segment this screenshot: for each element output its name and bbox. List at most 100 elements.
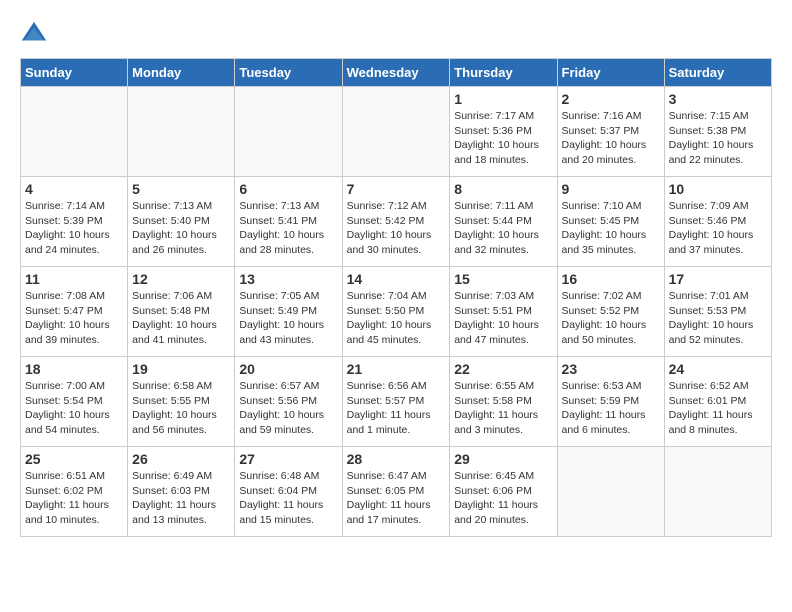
day-number: 10 <box>669 181 767 197</box>
day-info: Sunrise: 7:05 AMSunset: 5:49 PMDaylight:… <box>239 289 337 348</box>
calendar-cell <box>342 87 450 177</box>
day-info: Sunrise: 7:08 AMSunset: 5:47 PMDaylight:… <box>25 289 123 348</box>
calendar-cell: 21 Sunrise: 6:56 AMSunset: 5:57 PMDayligh… <box>342 357 450 447</box>
day-number: 25 <box>25 451 123 467</box>
calendar-cell: 23 Sunrise: 6:53 AMSunset: 5:59 PMDayligh… <box>557 357 664 447</box>
calendar-cell: 12Sunrise: 7:06 AMSunset: 5:48 PMDayligh… <box>128 267 235 357</box>
calendar-cell: 8Sunrise: 7:11 AMSunset: 5:44 PMDaylight… <box>450 177 557 267</box>
day-number: 2 <box>562 91 660 107</box>
calendar-cell: 14Sunrise: 7:04 AMSunset: 5:50 PMDayligh… <box>342 267 450 357</box>
day-info: Sunrise: 7:12 AMSunset: 5:42 PMDaylight:… <box>347 199 446 258</box>
day-number: 20 <box>239 361 337 377</box>
day-info: Sunrise: 7:13 AMSunset: 5:41 PMDaylight:… <box>239 199 337 258</box>
day-number: 15 <box>454 271 552 287</box>
day-number: 27 <box>239 451 337 467</box>
day-header-wednesday: Wednesday <box>342 59 450 87</box>
day-info: Sunrise: 7:00 AMSunset: 5:54 PMDaylight:… <box>25 379 123 438</box>
calendar-cell: 5 Sunrise: 7:13 AMSunset: 5:40 PMDaylight… <box>128 177 235 267</box>
day-info: Sunrise: 7:01 AMSunset: 5:53 PMDaylight:… <box>669 289 767 348</box>
day-info: Sunrise: 6:52 AMSunset: 6:01 PMDaylight:… <box>669 379 767 438</box>
calendar-cell: 16 Sunrise: 7:02 AMSunset: 5:52 PMDayligh… <box>557 267 664 357</box>
calendar-table: SundayMondayTuesdayWednesdayThursdayFrid… <box>20 58 772 537</box>
day-info: Sunrise: 6:57 AMSunset: 5:56 PMDaylight:… <box>239 379 337 438</box>
day-number: 7 <box>347 181 446 197</box>
day-number: 4 <box>25 181 123 197</box>
calendar-week-row: 18 Sunrise: 7:00 AMSunset: 5:54 PMDayligh… <box>21 357 772 447</box>
day-number: 6 <box>239 181 337 197</box>
calendar-cell <box>664 447 771 537</box>
calendar-cell: 1 Sunrise: 7:17 AMSunset: 5:36 PMDaylight… <box>450 87 557 177</box>
day-number: 26 <box>132 451 230 467</box>
calendar-cell: 29 Sunrise: 6:45 AMSunset: 6:06 PMDayligh… <box>450 447 557 537</box>
calendar-cell <box>557 447 664 537</box>
calendar-cell: 28 Sunrise: 6:47 AMSunset: 6:05 PMDayligh… <box>342 447 450 537</box>
day-info: Sunrise: 6:45 AMSunset: 6:06 PMDaylight:… <box>454 469 552 528</box>
calendar-cell: 20 Sunrise: 6:57 AMSunset: 5:56 PMDayligh… <box>235 357 342 447</box>
calendar-cell: 25 Sunrise: 6:51 AMSunset: 6:02 PMDayligh… <box>21 447 128 537</box>
day-header-saturday: Saturday <box>664 59 771 87</box>
day-info: Sunrise: 7:17 AMSunset: 5:36 PMDaylight:… <box>454 109 552 168</box>
day-number: 14 <box>347 271 446 287</box>
calendar-cell: 3 Sunrise: 7:15 AMSunset: 5:38 PMDaylight… <box>664 87 771 177</box>
day-number: 5 <box>132 181 230 197</box>
day-number: 18 <box>25 361 123 377</box>
day-info: Sunrise: 7:03 AMSunset: 5:51 PMDaylight:… <box>454 289 552 348</box>
calendar-cell <box>21 87 128 177</box>
day-info: Sunrise: 7:14 AMSunset: 5:39 PMDaylight:… <box>25 199 123 258</box>
day-header-thursday: Thursday <box>450 59 557 87</box>
day-header-tuesday: Tuesday <box>235 59 342 87</box>
calendar-cell: 22 Sunrise: 6:55 AMSunset: 5:58 PMDayligh… <box>450 357 557 447</box>
calendar-week-row: 11 Sunrise: 7:08 AMSunset: 5:47 PMDayligh… <box>21 267 772 357</box>
day-number: 24 <box>669 361 767 377</box>
day-number: 1 <box>454 91 552 107</box>
day-info: Sunrise: 7:09 AMSunset: 5:46 PMDaylight:… <box>669 199 767 258</box>
calendar-cell: 6 Sunrise: 7:13 AMSunset: 5:41 PMDaylight… <box>235 177 342 267</box>
calendar-cell: 13 Sunrise: 7:05 AMSunset: 5:49 PMDayligh… <box>235 267 342 357</box>
calendar-cell: 4 Sunrise: 7:14 AMSunset: 5:39 PMDaylight… <box>21 177 128 267</box>
calendar-cell: 17 Sunrise: 7:01 AMSunset: 5:53 PMDayligh… <box>664 267 771 357</box>
calendar-cell: 24 Sunrise: 6:52 AMSunset: 6:01 PMDayligh… <box>664 357 771 447</box>
day-number: 28 <box>347 451 446 467</box>
calendar-cell: 18 Sunrise: 7:00 AMSunset: 5:54 PMDayligh… <box>21 357 128 447</box>
day-info: Sunrise: 6:47 AMSunset: 6:05 PMDaylight:… <box>347 469 446 528</box>
day-info: Sunrise: 7:15 AMSunset: 5:38 PMDaylight:… <box>669 109 767 168</box>
day-number: 13 <box>239 271 337 287</box>
day-info: Sunrise: 7:13 AMSunset: 5:40 PMDaylight:… <box>132 199 230 258</box>
calendar-cell: 26 Sunrise: 6:49 AMSunset: 6:03 PMDayligh… <box>128 447 235 537</box>
day-info: Sunrise: 6:48 AMSunset: 6:04 PMDaylight:… <box>239 469 337 528</box>
day-number: 17 <box>669 271 767 287</box>
day-number: 23 <box>562 361 660 377</box>
calendar-cell: 19 Sunrise: 6:58 AMSunset: 5:55 PMDayligh… <box>128 357 235 447</box>
day-header-friday: Friday <box>557 59 664 87</box>
calendar-cell: 11 Sunrise: 7:08 AMSunset: 5:47 PMDayligh… <box>21 267 128 357</box>
day-header-monday: Monday <box>128 59 235 87</box>
day-info: Sunrise: 7:10 AMSunset: 5:45 PMDaylight:… <box>562 199 660 258</box>
day-info: Sunrise: 7:02 AMSunset: 5:52 PMDaylight:… <box>562 289 660 348</box>
day-number: 12 <box>132 271 230 287</box>
day-number: 16 <box>562 271 660 287</box>
day-number: 3 <box>669 91 767 107</box>
day-number: 22 <box>454 361 552 377</box>
page-header <box>20 20 772 48</box>
day-number: 21 <box>347 361 446 377</box>
day-number: 8 <box>454 181 552 197</box>
day-info: Sunrise: 6:49 AMSunset: 6:03 PMDaylight:… <box>132 469 230 528</box>
day-info: Sunrise: 7:16 AMSunset: 5:37 PMDaylight:… <box>562 109 660 168</box>
day-number: 19 <box>132 361 230 377</box>
day-info: Sunrise: 6:56 AMSunset: 5:57 PMDaylight:… <box>347 379 446 438</box>
day-number: 29 <box>454 451 552 467</box>
day-info: Sunrise: 6:58 AMSunset: 5:55 PMDaylight:… <box>132 379 230 438</box>
calendar-cell: 10 Sunrise: 7:09 AMSunset: 5:46 PMDayligh… <box>664 177 771 267</box>
day-number: 11 <box>25 271 123 287</box>
calendar-cell <box>235 87 342 177</box>
day-number: 9 <box>562 181 660 197</box>
calendar-cell: 7 Sunrise: 7:12 AMSunset: 5:42 PMDaylight… <box>342 177 450 267</box>
day-info: Sunrise: 6:51 AMSunset: 6:02 PMDaylight:… <box>25 469 123 528</box>
logo <box>20 20 52 48</box>
calendar-week-row: 4 Sunrise: 7:14 AMSunset: 5:39 PMDaylight… <box>21 177 772 267</box>
calendar-cell <box>128 87 235 177</box>
calendar-week-row: 1 Sunrise: 7:17 AMSunset: 5:36 PMDaylight… <box>21 87 772 177</box>
day-info: Sunrise: 6:55 AMSunset: 5:58 PMDaylight:… <box>454 379 552 438</box>
day-info: Sunrise: 6:53 AMSunset: 5:59 PMDaylight:… <box>562 379 660 438</box>
calendar-header-row: SundayMondayTuesdayWednesdayThursdayFrid… <box>21 59 772 87</box>
